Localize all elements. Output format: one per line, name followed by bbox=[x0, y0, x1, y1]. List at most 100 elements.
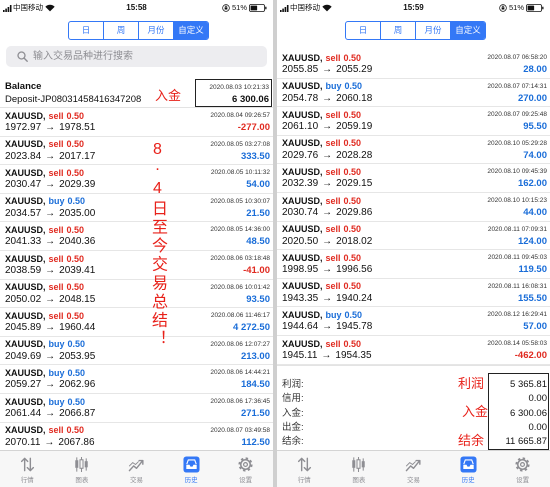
period-tab[interactable]: 月份 bbox=[415, 22, 450, 39]
period-tab[interactable]: 周 bbox=[380, 22, 415, 39]
symbol-label: XAUUSD bbox=[5, 339, 46, 349]
orientation-lock-icon bbox=[222, 4, 230, 12]
trade-row[interactable]: XAUUSDbuy0.502061.442066.872020.08.06 17… bbox=[0, 394, 273, 423]
trade-close-time: 2020.08.04 09:26:57 bbox=[210, 112, 270, 119]
trade-row[interactable]: XAUUSDbuy0.502054.782060.182020.08.07 07… bbox=[277, 78, 550, 108]
trade-title: XAUUSDbuy0.50 bbox=[282, 80, 362, 92]
tab-settings[interactable]: 设置 bbox=[495, 451, 550, 487]
trade-row[interactable]: XAUUSDsell0.501945.111954.352020.08.14 0… bbox=[277, 336, 550, 365]
trade-close-time: 2020.08.06 12:07:27 bbox=[210, 340, 270, 348]
trade-title: XAUUSDsell0.50 bbox=[282, 280, 361, 292]
trade-prices: 2059.27 2062.96 bbox=[5, 379, 95, 391]
open-price: 2055.85 bbox=[282, 64, 319, 75]
trade-title: XAUUSDbuy0.50 bbox=[5, 396, 85, 408]
trade-row[interactable]: XAUUSDbuy0.501944.641945.782020.08.12 16… bbox=[277, 307, 550, 336]
search-bar[interactable] bbox=[6, 46, 267, 67]
close-price: 2029.15 bbox=[336, 178, 373, 190]
symbol-label: XAUUSD bbox=[5, 311, 46, 321]
period-tab[interactable]: 周 bbox=[103, 22, 138, 39]
trade-profit: 155.50 bbox=[517, 292, 547, 304]
trade-row[interactable]: XAUUSDsell0.502050.022048.152020.08.06 1… bbox=[0, 279, 273, 309]
trade-volume-label: 0.50 bbox=[66, 110, 85, 121]
trade-profit: 124.00 bbox=[517, 235, 547, 247]
tab-settings[interactable]: 设置 bbox=[218, 451, 273, 487]
trade-row[interactable]: XAUUSDsell0.502023.842017.172020.08.05 0… bbox=[0, 136, 273, 166]
tab-history[interactable]: 历史 bbox=[441, 451, 496, 487]
trade-row[interactable]: XAUUSDsell0.502020.502018.022020.08.11 0… bbox=[277, 221, 550, 251]
period-tab-selected[interactable]: 自定义 bbox=[450, 22, 485, 39]
price-arrow-icon bbox=[318, 293, 336, 304]
trade-row[interactable]: XAUUSDsell0.502029.762028.282020.08.10 0… bbox=[277, 135, 550, 165]
trade-row[interactable]: XAUUSDsell0.502070.112067.862020.08.07 0… bbox=[0, 422, 273, 450]
chart-icon bbox=[350, 456, 367, 473]
trade-title: XAUUSDbuy0.50 bbox=[5, 367, 85, 379]
period-tab[interactable]: 日 bbox=[69, 22, 103, 39]
trade-close-time: 2020.08.10 10:15:23 bbox=[487, 197, 547, 204]
summary-value: 6 300.06 bbox=[510, 407, 547, 419]
trade-row[interactable]: XAUUSDsell0.502032.392029.152020.08.10 0… bbox=[277, 164, 550, 193]
history-icon bbox=[183, 456, 200, 473]
trade-history-list[interactable]: XAUUSDsell0.501972.971978.512020.08.04 0… bbox=[0, 108, 273, 450]
period-tab-selected[interactable]: 自定义 bbox=[173, 22, 208, 39]
trade-row[interactable]: XAUUSDbuy0.502034.572035.002020.08.05 10… bbox=[0, 193, 273, 223]
close-price: 2029.39 bbox=[59, 179, 96, 191]
trade-type-label: buy bbox=[48, 367, 65, 378]
trade-prices: 2049.69 2053.95 bbox=[5, 351, 95, 363]
tab-chart[interactable]: 图表 bbox=[332, 451, 387, 487]
summary-row: 信用: 0.00 bbox=[277, 392, 550, 406]
tab-trade[interactable]: 交易 bbox=[109, 451, 164, 487]
open-price: 1972.97 bbox=[5, 122, 42, 133]
annotation-deposit: 入金 bbox=[462, 404, 489, 419]
trade-prices: 2041.33 2040.36 bbox=[5, 236, 95, 248]
trade-close-time: 2020.08.11 09:45:03 bbox=[487, 254, 547, 262]
trade-history-list[interactable]: XAUUSDsell0.50 2055.85 2055.29 2020.08.07 0… bbox=[277, 44, 550, 366]
close-price: 2055.29 bbox=[336, 64, 373, 75]
trade-row[interactable]: XAUUSDsell0.502030.472029.392020.08.05 1… bbox=[0, 165, 273, 194]
tab-trade[interactable]: 交易 bbox=[386, 451, 441, 487]
trade-title: XAUUSDsell0.50 bbox=[282, 137, 361, 149]
trade-volume-label: 0.50 bbox=[344, 309, 363, 320]
trade-close-time: 2020.08.05 10:30:07 bbox=[210, 197, 270, 205]
trade-close-time: 2020.08.11 07:09:31 bbox=[487, 225, 547, 233]
period-tab[interactable]: 日 bbox=[346, 22, 380, 39]
trade-row[interactable]: XAUUSDsell0.501943.351940.242020.08.11 1… bbox=[277, 278, 550, 308]
tab-chart[interactable]: 图表 bbox=[55, 451, 110, 487]
trade-row[interactable]: XAUUSDbuy0.502059.272062.962020.08.06 14… bbox=[0, 365, 273, 394]
annotation-balance: 结余 bbox=[458, 433, 485, 448]
trade-type-label: sell bbox=[48, 139, 64, 150]
price-arrow-icon bbox=[318, 93, 336, 104]
trade-title: XAUUSDsell0.50 bbox=[282, 223, 361, 235]
trade-row[interactable]: XAUUSDsell0.501972.971978.512020.08.04 0… bbox=[0, 108, 273, 137]
trade-row[interactable]: XAUUSDsell0.502061.102059.192020.08.07 0… bbox=[277, 107, 550, 136]
trade-profit: 213.00 bbox=[240, 350, 270, 362]
symbol-label: XAUUSD bbox=[282, 138, 323, 148]
tab-quotes[interactable]: 行情 bbox=[0, 451, 55, 487]
trade-type-label: sell bbox=[48, 310, 64, 321]
balance-row[interactable]: Balance Deposit-JP08031458416347208 2020… bbox=[0, 77, 273, 108]
search-input[interactable] bbox=[33, 46, 258, 67]
trade-type-label: buy bbox=[48, 196, 65, 207]
price-arrow-icon bbox=[41, 179, 59, 190]
tab-quotes[interactable]: 行情 bbox=[277, 451, 332, 487]
symbol-label: XAUUSD bbox=[5, 397, 46, 407]
trade-row[interactable]: XAUUSDsell0.502038.592039.412020.08.06 0… bbox=[0, 251, 273, 280]
trade-profit: 270.00 bbox=[517, 92, 547, 104]
close-price: 2048.15 bbox=[59, 293, 96, 305]
trade-row[interactable]: XAUUSDsell0.501998.951996.562020.08.11 0… bbox=[277, 250, 550, 279]
trade-row[interactable]: XAUUSDsell0.502055.852055.292020.08.07 0… bbox=[277, 50, 550, 79]
trade-close-time: 2020.08.07 07:14:31 bbox=[487, 82, 547, 90]
close-price: 2029.86 bbox=[336, 207, 373, 218]
tab-label: 历史 bbox=[461, 477, 475, 484]
close-price: 2062.96 bbox=[59, 379, 96, 391]
trade-row[interactable]: XAUUSDsell0.502030.742029.862020.08.10 1… bbox=[277, 193, 550, 222]
tab-history[interactable]: 历史 bbox=[164, 451, 219, 487]
trade-row[interactable]: XAUUSDbuy0.502049.692053.952020.08.06 12… bbox=[0, 336, 273, 366]
trade-row[interactable]: XAUUSDsell0.502045.891960.442020.08.06 1… bbox=[0, 308, 273, 337]
tab-label: 设置 bbox=[516, 477, 530, 484]
highlight-box: 2020.08.03 10:21:33 6 300.06 bbox=[195, 79, 272, 107]
trade-row[interactable]: XAUUSDsell0.502041.332040.362020.08.05 1… bbox=[0, 222, 273, 251]
close-price: 2059.19 bbox=[336, 121, 373, 133]
summary-row: 结余: 11 665.87 bbox=[277, 435, 550, 449]
tab-label: 设置 bbox=[239, 477, 253, 484]
period-tab[interactable]: 月份 bbox=[138, 22, 173, 39]
